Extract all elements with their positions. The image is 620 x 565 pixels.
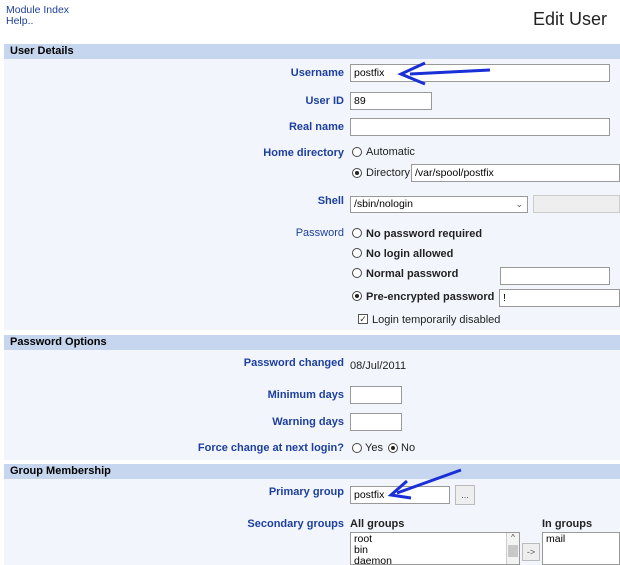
realname-label: Real name — [288, 121, 344, 133]
login-disabled-checkbox[interactable]: ✓ — [358, 314, 368, 324]
userid-label: User ID — [305, 95, 344, 107]
secondary-groups-label: Secondary groups — [247, 518, 344, 530]
scroll-thumb[interactable] — [508, 545, 518, 557]
password-changed-label: Password changed — [243, 357, 344, 369]
force-yes-radio[interactable] — [352, 443, 362, 453]
minimum-days-label: Minimum days — [267, 389, 344, 401]
shell-select-value: /sbin/nologin — [354, 198, 413, 210]
userid-input[interactable]: 89 — [350, 92, 432, 110]
annotation-arrow-username — [397, 61, 491, 86]
home-directory-radio[interactable] — [352, 168, 362, 178]
all-groups-label: All groups — [350, 518, 405, 530]
warning-days-input[interactable] — [350, 413, 402, 431]
force-no-label: No — [401, 442, 416, 454]
home-automatic-radio[interactable] — [352, 147, 362, 157]
home-automatic-label: Automatic — [366, 146, 415, 158]
password-changed-value: 08/Jul/2011 — [350, 360, 407, 372]
primary-group-label: Primary group — [268, 486, 344, 498]
force-change-label: Force change at next login? — [197, 442, 344, 454]
scroll-up-icon[interactable]: ^ — [507, 533, 519, 543]
username-label: Username — [290, 67, 344, 79]
pw-normal-radio[interactable] — [352, 268, 362, 278]
scrollbar[interactable]: ^ — [506, 533, 519, 564]
preencrypted-password-input[interactable]: ! — [499, 289, 620, 307]
shell-select[interactable]: /sbin/nologin ⌄ — [350, 196, 528, 213]
home-directory-input[interactable]: /var/spool/postfix — [411, 164, 620, 182]
pw-none-radio[interactable] — [352, 228, 362, 238]
help-link[interactable]: Help.. — [6, 15, 33, 27]
normal-password-input[interactable] — [500, 267, 610, 285]
login-disabled-label: Login temporarily disabled — [372, 314, 501, 326]
all-groups-listbox[interactable]: root bin daemon ^ — [350, 532, 520, 565]
warning-days-label: Warning days — [272, 416, 344, 428]
pw-preencrypted-radio[interactable] — [352, 291, 362, 301]
pw-nologin-label: No login allowed — [366, 248, 454, 260]
password-label: Password — [295, 227, 344, 239]
annotation-arrow-primary-group — [387, 468, 462, 500]
home-directory-label: Home directory — [263, 147, 344, 159]
minimum-days-input[interactable] — [350, 386, 402, 404]
in-groups-label: In groups — [542, 518, 593, 530]
add-group-button[interactable]: -> — [522, 543, 540, 561]
shell-label: Shell — [317, 195, 344, 207]
realname-input[interactable] — [350, 118, 610, 136]
list-item[interactable]: daemon — [354, 556, 516, 565]
list-item[interactable]: mail — [546, 534, 616, 545]
pw-none-label: No password required — [366, 228, 483, 240]
section-header-group-membership: Group Membership — [4, 464, 620, 479]
pw-preencrypted-label: Pre-encrypted password — [366, 291, 495, 303]
pw-nologin-radio[interactable] — [352, 248, 362, 258]
shell-other-input[interactable] — [533, 195, 620, 213]
page-title: Edit User — [533, 9, 608, 29]
in-groups-listbox[interactable]: mail — [542, 532, 620, 565]
pw-normal-label: Normal password — [366, 268, 459, 280]
force-no-radio[interactable] — [388, 443, 398, 453]
section-header-user-details: User Details — [4, 44, 620, 59]
list-item[interactable]: root — [354, 534, 516, 545]
chevron-down-icon: ⌄ — [515, 199, 523, 209]
force-yes-label: Yes — [365, 442, 383, 454]
home-directory-option-label: Directory — [366, 167, 411, 179]
section-header-password-options: Password Options — [4, 335, 620, 350]
